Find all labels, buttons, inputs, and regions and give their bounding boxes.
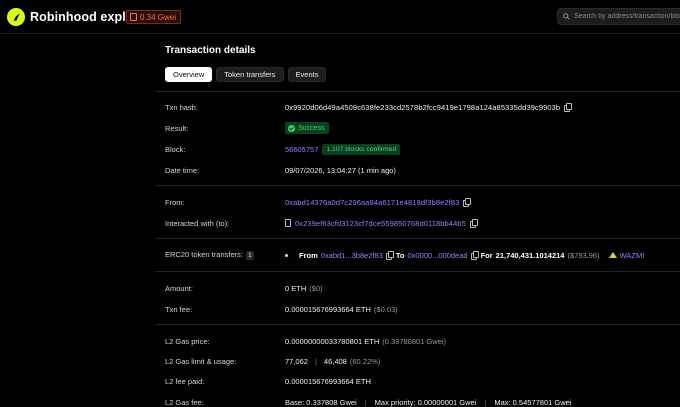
gas-usage-value: 46,408	[323, 356, 347, 366]
tab-events[interactable]: Events	[287, 67, 327, 82]
gas-fee-label: L2 Gas fee:	[165, 397, 204, 407]
txn-fee-label: Txn fee:	[165, 304, 193, 314]
divider	[155, 238, 680, 239]
gas-price-label: L2 Gas price:	[165, 336, 210, 346]
token-link[interactable]: WAZMI	[620, 251, 645, 260]
tabs: Overview Token transfers Events	[165, 67, 327, 82]
txn-hash-value: 0x9920d06d49a4509c638fe233cd2578b2fcc941…	[285, 102, 561, 112]
divider	[155, 185, 680, 186]
fee-paid-label: L2 fee paid:	[165, 376, 205, 386]
gas-limit-row: L2 Gas limit & usage: 77,062 | 46,408 (6…	[165, 354, 680, 368]
page-title: Transaction details	[165, 45, 256, 56]
gas-price-badge[interactable]: 0.34 Gwei	[126, 10, 182, 24]
erc20-to-label: To	[395, 250, 405, 260]
gas-fee-max-priority: Max priority: 0.00000001 Gwei	[374, 397, 477, 407]
search-icon	[563, 13, 570, 20]
tab-overview[interactable]: Overview	[165, 67, 213, 82]
result-row: Result: Success	[165, 121, 680, 135]
gas-price-eth: 0.00000000033780801 ETH	[285, 336, 380, 346]
copy-icon[interactable]	[469, 219, 478, 228]
gas-fee-max: Max: 0.54577801 Gwei	[494, 397, 572, 407]
tab-token-transfers[interactable]: Token transfers	[216, 67, 284, 82]
gas-fee-row: L2 Gas fee: Base: 0.337808 Gwei | Max pr…	[165, 395, 680, 407]
txn-fee-value: 0.000015676993664 ETH	[285, 304, 371, 314]
copy-icon[interactable]	[463, 198, 472, 207]
erc20-row: ERC20 token transfers: 1 From 0xabd1...3b…	[165, 248, 680, 262]
from-label: From:	[165, 197, 185, 207]
bullet-icon	[285, 253, 288, 257]
txn-hash-label: Txn hash:	[165, 102, 198, 112]
gas-price-row: L2 Gas price: 0.00000000033780801 ETH (0…	[165, 334, 680, 348]
fee-paid-row: L2 fee paid: 0.000015676993664 ETH	[165, 374, 680, 388]
divider	[155, 324, 680, 325]
top-bar: Robinhood explorer 0.34 Gwei	[0, 0, 680, 34]
separator: |	[364, 397, 367, 407]
erc20-from-link[interactable]: 0xabd1...3b8e2f83	[321, 251, 383, 260]
status-badge: Success	[285, 122, 330, 134]
divider	[155, 91, 680, 92]
robinhood-logo-icon[interactable]	[7, 8, 25, 26]
divider	[155, 271, 680, 272]
interacted-row: Interacted with (to): 0x239ef63cfd3123cf…	[165, 216, 680, 230]
interacted-label: Interacted with (to):	[165, 218, 230, 228]
erc20-label: ERC20 token transfers:	[165, 250, 243, 259]
txn-hash-row: Txn hash: 0x9920d06d49a4509c638fe233cd25…	[165, 100, 680, 114]
confirmations-badge: 1,107 blocks confirmed	[322, 143, 401, 155]
erc20-for-label: For	[480, 250, 493, 260]
gas-price-gwei: (0.33780801 Gwei)	[382, 336, 447, 346]
amount-label: Amount:	[165, 283, 193, 293]
search-input[interactable]	[574, 13, 680, 20]
copy-icon[interactable]	[385, 251, 394, 260]
erc20-from-label: From	[299, 250, 318, 260]
block-row: Block: 56605757 1,107 blocks confirmed	[165, 142, 680, 156]
block-label: Block:	[165, 144, 186, 154]
fee-paid-value: 0.000015676993664 ETH	[285, 376, 371, 386]
gas-usage-pct: (60.22%)	[349, 356, 381, 366]
txn-fee-row: Txn fee: 0.000015676993664 ETH ($0.03)	[165, 302, 680, 316]
date-time-label: Date time:	[165, 165, 200, 175]
contract-icon	[285, 219, 291, 227]
copy-icon[interactable]	[564, 103, 573, 112]
search-bar[interactable]	[557, 8, 680, 25]
erc20-usd: ($793.96)	[567, 250, 600, 260]
token-icon	[608, 252, 617, 258]
copy-icon[interactable]	[470, 251, 479, 260]
amount-value: 0 ETH	[285, 283, 307, 293]
erc20-amount: 21,740,431.1014214	[495, 250, 565, 260]
amount-row: Amount: 0 ETH ($0)	[165, 281, 680, 295]
separator: |	[314, 356, 317, 366]
separator: |	[484, 397, 487, 407]
check-circle-icon	[288, 124, 295, 132]
date-time-row: Date time: 09/07/2026, 13:04:27 (1 min a…	[165, 163, 680, 177]
block-number-link[interactable]: 56605757	[285, 145, 318, 154]
from-row: From: 0xabd14376a0d7c296aa84a6171e4818df…	[165, 195, 680, 209]
erc20-to-link[interactable]: 0x0000...000dead	[408, 251, 468, 260]
from-address-link[interactable]: 0xabd14376a0d7c296aa84a6171e4818df3b8e2f…	[285, 198, 459, 207]
erc20-count-badge: 1	[245, 251, 254, 260]
gas-limit-label: L2 Gas limit & usage:	[165, 356, 237, 366]
txn-fee-usd: ($0.03)	[373, 304, 398, 314]
amount-usd: ($0)	[309, 283, 323, 293]
gas-price-value: 0.34 Gwei	[140, 12, 177, 22]
result-label: Result:	[165, 123, 189, 133]
gas-fee-base: Base: 0.337808 Gwei	[285, 397, 357, 407]
date-time-value: 09/07/2026, 13:04:27 (1 min ago)	[285, 165, 396, 175]
gas-pump-icon	[130, 13, 137, 21]
gas-limit-value: 77,062	[285, 356, 308, 366]
contract-address-link[interactable]: 0x239ef63cfd3123cf7dce559850768d0118bb44…	[295, 219, 466, 228]
status-text: Success	[298, 124, 325, 132]
